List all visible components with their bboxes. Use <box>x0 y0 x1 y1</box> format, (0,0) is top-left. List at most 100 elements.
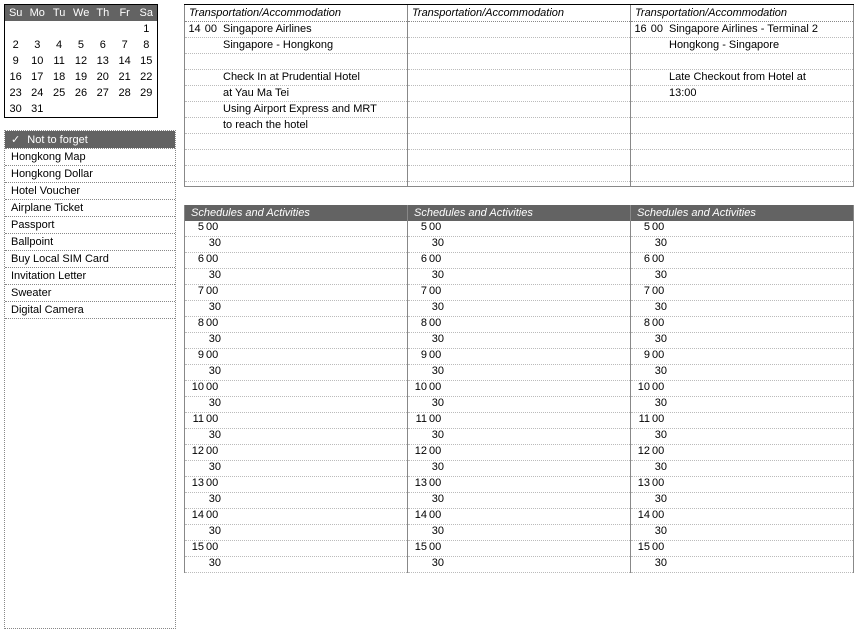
calendar-cell: 3 <box>26 37 48 53</box>
schedule-line: 900 <box>408 349 630 365</box>
transport-time <box>631 54 665 69</box>
schedule-text <box>446 413 630 428</box>
transport-time <box>631 150 665 165</box>
schedule-line: 1200 <box>408 445 630 461</box>
schedule-text <box>446 541 630 556</box>
transport-text: Using Airport Express and MRT <box>219 102 407 117</box>
schedule-line: 30 <box>631 429 853 445</box>
schedule-minute: 30 <box>185 493 223 508</box>
schedule-text <box>669 557 853 572</box>
schedule-minute: 30 <box>408 525 446 540</box>
schedule-hour: 12 <box>185 445 205 460</box>
schedule-minute: 00 <box>651 477 669 492</box>
schedule-text <box>669 429 853 444</box>
schedule-text <box>223 445 407 460</box>
calendar-cell: 13 <box>92 53 114 69</box>
schedule-minute: 00 <box>651 285 669 300</box>
schedule-line: 30 <box>408 525 630 541</box>
transport-time <box>408 118 442 133</box>
schedule-hour: 10 <box>631 381 651 396</box>
calendar: SuMoTuWeThFrSa 1234567891011121314151617… <box>4 4 158 118</box>
schedule-text <box>669 493 853 508</box>
schedule-text <box>223 317 407 332</box>
schedule-line: 800 <box>408 317 630 333</box>
schedule-minute: 00 <box>428 381 446 396</box>
schedule-line: 700 <box>185 285 407 301</box>
schedule-text <box>223 221 407 236</box>
not-to-forget-item: Invitation Letter <box>5 267 175 284</box>
schedule-line: 30 <box>185 461 407 477</box>
transport-line: Singapore - Hongkong <box>185 38 407 54</box>
schedule-line: 30 <box>185 397 407 413</box>
schedule-minute: 30 <box>631 493 669 508</box>
transport-time <box>408 38 442 53</box>
schedule-line: 30 <box>631 333 853 349</box>
transport-time <box>185 54 219 69</box>
schedule-minute: 30 <box>185 461 223 476</box>
calendar-cell: 22 <box>136 69 158 85</box>
transport-line: Using Airport Express and MRT <box>185 102 407 118</box>
schedule-hour: 6 <box>408 253 428 268</box>
transport-line <box>408 86 630 102</box>
schedule-text <box>446 365 630 380</box>
transport-line <box>408 22 630 38</box>
transport-line: 13:00 <box>631 86 853 102</box>
schedule-minute: 30 <box>408 301 446 316</box>
schedule-line: 30 <box>631 365 853 381</box>
schedule-hour: 13 <box>631 477 651 492</box>
schedule-text <box>669 269 853 284</box>
schedule-line: 30 <box>185 365 407 381</box>
schedule-hour: 5 <box>631 221 651 236</box>
not-to-forget-item: Hotel Voucher <box>5 182 175 199</box>
schedule-minute: 00 <box>428 221 446 236</box>
transport-line <box>185 134 407 150</box>
schedule-text <box>223 509 407 524</box>
schedule-minute: 00 <box>428 349 446 364</box>
schedule-minute: 00 <box>651 317 669 332</box>
transport-line <box>631 118 853 134</box>
transport-time <box>185 102 219 117</box>
calendar-cell <box>92 101 114 118</box>
schedule-minute: 30 <box>185 365 223 380</box>
transport-time <box>408 54 442 69</box>
schedule-minute: 30 <box>631 429 669 444</box>
schedule-minute: 00 <box>205 317 223 332</box>
schedule-text <box>446 237 630 252</box>
schedule-line: 30 <box>185 301 407 317</box>
schedule-text <box>223 253 407 268</box>
transport-text <box>219 134 407 149</box>
not-to-forget-item: Ballpoint <box>5 233 175 250</box>
schedule-hour: 15 <box>185 541 205 556</box>
schedule-line: 1000 <box>185 381 407 397</box>
calendar-cell: 24 <box>26 85 48 101</box>
schedule-minute: 30 <box>631 333 669 348</box>
schedule-line: 1500 <box>631 541 853 557</box>
schedule-hour: 14 <box>408 509 428 524</box>
calendar-cell <box>92 21 114 37</box>
schedule-text <box>223 237 407 252</box>
transport-line: Hongkong - Singapore <box>631 38 853 54</box>
schedule-minute: 00 <box>651 541 669 556</box>
schedule-text <box>669 365 853 380</box>
not-to-forget-item: Buy Local SIM Card <box>5 250 175 267</box>
schedule-minute: 30 <box>631 269 669 284</box>
schedule-line: 30 <box>185 237 407 253</box>
transport-text: at Yau Ma Tei <box>219 86 407 101</box>
schedule-line: 900 <box>631 349 853 365</box>
schedule-text <box>669 477 853 492</box>
transport-text <box>442 70 630 85</box>
schedule-text <box>669 397 853 412</box>
schedule-line: 1200 <box>185 445 407 461</box>
transport-time <box>631 134 665 149</box>
schedule-minute: 30 <box>185 269 223 284</box>
schedule-minute: 00 <box>205 349 223 364</box>
calendar-cell <box>114 21 136 37</box>
schedule-minute: 30 <box>408 237 446 252</box>
transport-header: Transportation/Accommodation <box>631 5 853 22</box>
schedule-minute: 00 <box>651 509 669 524</box>
schedule-minute: 30 <box>631 461 669 476</box>
schedule-minute: 00 <box>205 221 223 236</box>
schedule-text <box>446 429 630 444</box>
transport-line <box>631 166 853 182</box>
schedule-text <box>446 221 630 236</box>
